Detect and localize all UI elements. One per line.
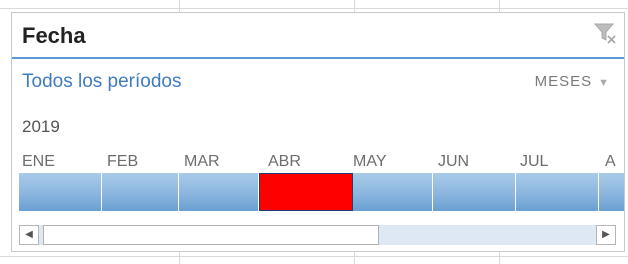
timeline-slicer: Fecha Todos los períodos MESES ▼ 2019 ENE… xyxy=(11,12,625,252)
month-label: ABR xyxy=(268,153,301,170)
grid-row-line xyxy=(0,8,628,9)
caret-down-icon: ▼ xyxy=(598,77,610,89)
timeline-bar xyxy=(19,173,624,211)
month-tile-jun[interactable] xyxy=(433,173,516,211)
month-tile-ene[interactable] xyxy=(19,173,102,211)
all-periods-link[interactable]: Todos los períodos xyxy=(22,71,182,93)
horizontal-scrollbar[interactable]: ◀ ▶ xyxy=(19,225,616,245)
month-tile-ago[interactable] xyxy=(599,173,624,211)
time-level-dropdown[interactable]: MESES ▼ xyxy=(535,73,610,90)
month-label: MAR xyxy=(184,153,220,170)
month-tile-may[interactable] xyxy=(353,173,433,211)
month-label: A xyxy=(605,153,616,170)
scroll-thumb[interactable] xyxy=(43,225,379,245)
scroll-right-button[interactable]: ▶ xyxy=(596,225,616,245)
month-labels: ENE FEB MAR ABR MAY JUN JUL A xyxy=(12,153,624,175)
funnel-clear-icon xyxy=(593,23,616,44)
slicer-header: Fecha xyxy=(12,13,624,59)
month-tile-mar[interactable] xyxy=(179,173,259,211)
month-label: MAY xyxy=(353,153,387,170)
year-label: 2019 xyxy=(22,117,60,136)
slicer-title: Fecha xyxy=(22,23,86,48)
month-label: FEB xyxy=(107,153,139,170)
clear-filter-button[interactable] xyxy=(592,20,618,46)
grid-row-line xyxy=(0,256,628,257)
scroll-left-button[interactable]: ◀ xyxy=(19,225,39,245)
month-tile-feb[interactable] xyxy=(102,173,179,211)
month-label: JUN xyxy=(438,153,470,170)
triangle-right-icon: ▶ xyxy=(602,229,610,240)
month-label: JUL xyxy=(520,153,549,170)
month-tile-jul[interactable] xyxy=(516,173,599,211)
month-tile-abr[interactable] xyxy=(259,173,353,211)
month-label: ENE xyxy=(22,153,55,170)
time-level-label: MESES xyxy=(534,73,593,90)
triangle-left-icon: ◀ xyxy=(25,229,33,240)
